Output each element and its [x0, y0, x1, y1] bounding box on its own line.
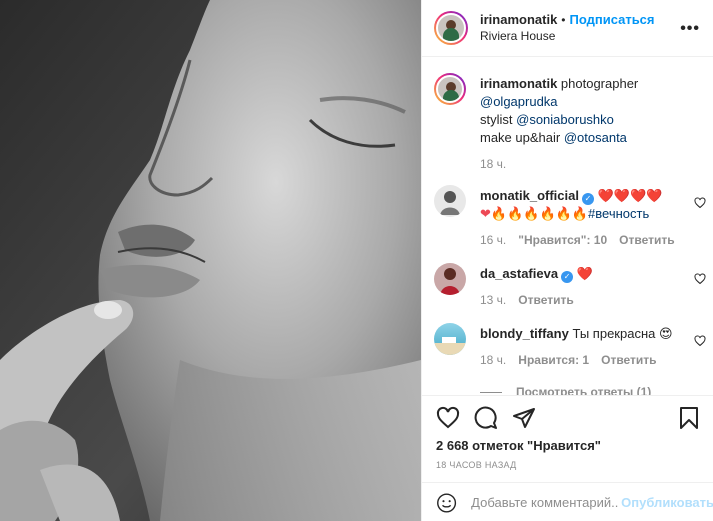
follow-button[interactable]: Подписаться — [570, 12, 655, 28]
author-username[interactable]: irinamonatik — [480, 12, 557, 28]
caption-text: stylist — [480, 112, 513, 127]
comment-text: ❤️ — [576, 266, 593, 281]
comments-list[interactable]: irinamonatik photographer @olgaprudka st… — [422, 57, 713, 395]
comment-text: 🔥🔥🔥🔥🔥🔥 — [490, 206, 589, 221]
comment-time[interactable]: 16 ч. — [480, 233, 506, 247]
post-timestamp[interactable]: 18 часов назад — [436, 460, 517, 470]
hashtag-link[interactable]: #вечность — [588, 206, 649, 221]
comment-icon[interactable] — [474, 406, 498, 430]
view-replies-label: Посмотреть ответы (1) — [516, 385, 652, 395]
publish-button[interactable]: Опубликовать — [621, 495, 713, 510]
post-photo[interactable] — [0, 0, 421, 521]
bookmark-icon[interactable] — [678, 406, 700, 430]
comment-emoji: 😍 — [658, 326, 673, 341]
comment-text: ❤️❤️❤️❤️ — [597, 188, 663, 203]
caption-text: make up&hair — [480, 130, 561, 145]
post-header: irinamonatik • Подписаться Riviera House… — [422, 0, 713, 57]
ellipsis-icon[interactable]: ••• — [680, 20, 700, 38]
portrait-photo — [0, 0, 421, 521]
caption-mention-stylist[interactable]: @soniaborushko — [516, 112, 614, 127]
comment-likes[interactable]: Нравится: 1 — [518, 353, 589, 367]
reply-button[interactable]: Ответить — [518, 293, 573, 307]
reply-button[interactable]: Ответить — [601, 353, 656, 367]
caption-text: photographer — [560, 76, 639, 91]
replies-divider — [480, 391, 502, 393]
comment-text: ❤ — [480, 206, 491, 221]
commenter-username[interactable]: monatik_official — [480, 188, 579, 203]
emoji-icon[interactable] — [436, 491, 457, 515]
view-replies-button[interactable]: Посмотреть ответы (1) — [480, 385, 651, 395]
like-comment-icon[interactable] — [694, 197, 706, 209]
author-avatar[interactable] — [434, 11, 468, 45]
instagram-post: irinamonatik • Подписаться Riviera House… — [0, 0, 713, 521]
commenter-username[interactable]: da_astafieva — [480, 266, 558, 281]
add-comment-bar: Опубликовать — [422, 482, 713, 521]
caption-mention-photographer[interactable]: @olgaprudka — [480, 94, 558, 109]
post-actions: 2 668 отметок "Нравится" 18 часов назад … — [422, 395, 713, 521]
like-comment-icon[interactable] — [694, 273, 706, 285]
like-comment-icon[interactable] — [694, 335, 706, 347]
verified-badge-icon: ✓ — [581, 193, 594, 205]
commenter-avatar[interactable] — [434, 263, 466, 295]
location-link[interactable]: Riviera House — [480, 28, 655, 44]
commenter-avatar[interactable] — [434, 185, 466, 217]
like-icon[interactable] — [436, 406, 460, 430]
caption-time[interactable]: 18 ч. — [480, 157, 506, 171]
caption-username[interactable]: irinamonatik — [480, 76, 557, 91]
comment-text: Ты прекрасна — [572, 326, 656, 341]
caption-mention-makeup[interactable]: @otosanta — [564, 130, 627, 145]
comment-likes[interactable]: "Нравится": 10 — [518, 233, 607, 247]
reply-button[interactable]: Ответить — [619, 233, 674, 247]
comment-time[interactable]: 13 ч. — [480, 293, 506, 307]
caption-avatar[interactable] — [434, 73, 466, 105]
verified-badge-icon: ✓ — [561, 271, 574, 283]
likes-count[interactable]: 2 668 отметок "Нравится" — [436, 438, 601, 453]
share-icon[interactable] — [512, 406, 536, 430]
separator-dot: • — [561, 13, 566, 27]
comment-input[interactable] — [471, 495, 620, 510]
commenter-avatar[interactable] — [434, 323, 466, 355]
comment-time[interactable]: 18 ч. — [480, 353, 506, 367]
post-side-panel: irinamonatik • Подписаться Riviera House… — [421, 0, 713, 521]
commenter-username[interactable]: blondy_tiffany — [480, 326, 569, 341]
